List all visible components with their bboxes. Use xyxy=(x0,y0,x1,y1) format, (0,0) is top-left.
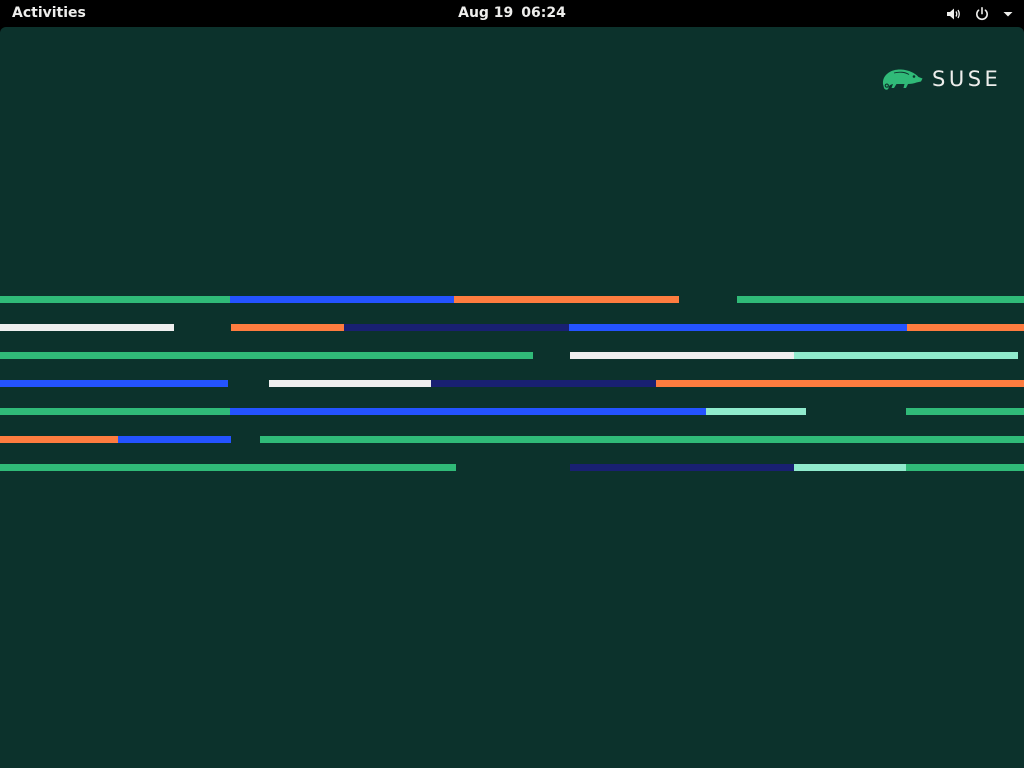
clock-date: Aug 19 xyxy=(458,5,514,21)
top-bar: Activities Aug 19 06:24 xyxy=(0,0,1024,27)
suse-wordmark: SUSE xyxy=(932,67,1002,91)
system-menu-button[interactable] xyxy=(946,0,1014,27)
clock-time: 06:24 xyxy=(521,5,566,21)
desktop-background: SUSE xyxy=(0,27,1024,768)
volume-icon xyxy=(946,6,962,22)
suse-logo: SUSE xyxy=(880,67,1001,91)
clock: Aug 19 06:24 xyxy=(0,5,1024,22)
activities-button[interactable]: Activities xyxy=(12,5,86,22)
chevron-down-icon xyxy=(1002,8,1014,20)
power-icon xyxy=(974,6,990,22)
chameleon-icon xyxy=(882,69,923,90)
clock-button[interactable]: Aug 19 06:24 xyxy=(458,5,566,21)
